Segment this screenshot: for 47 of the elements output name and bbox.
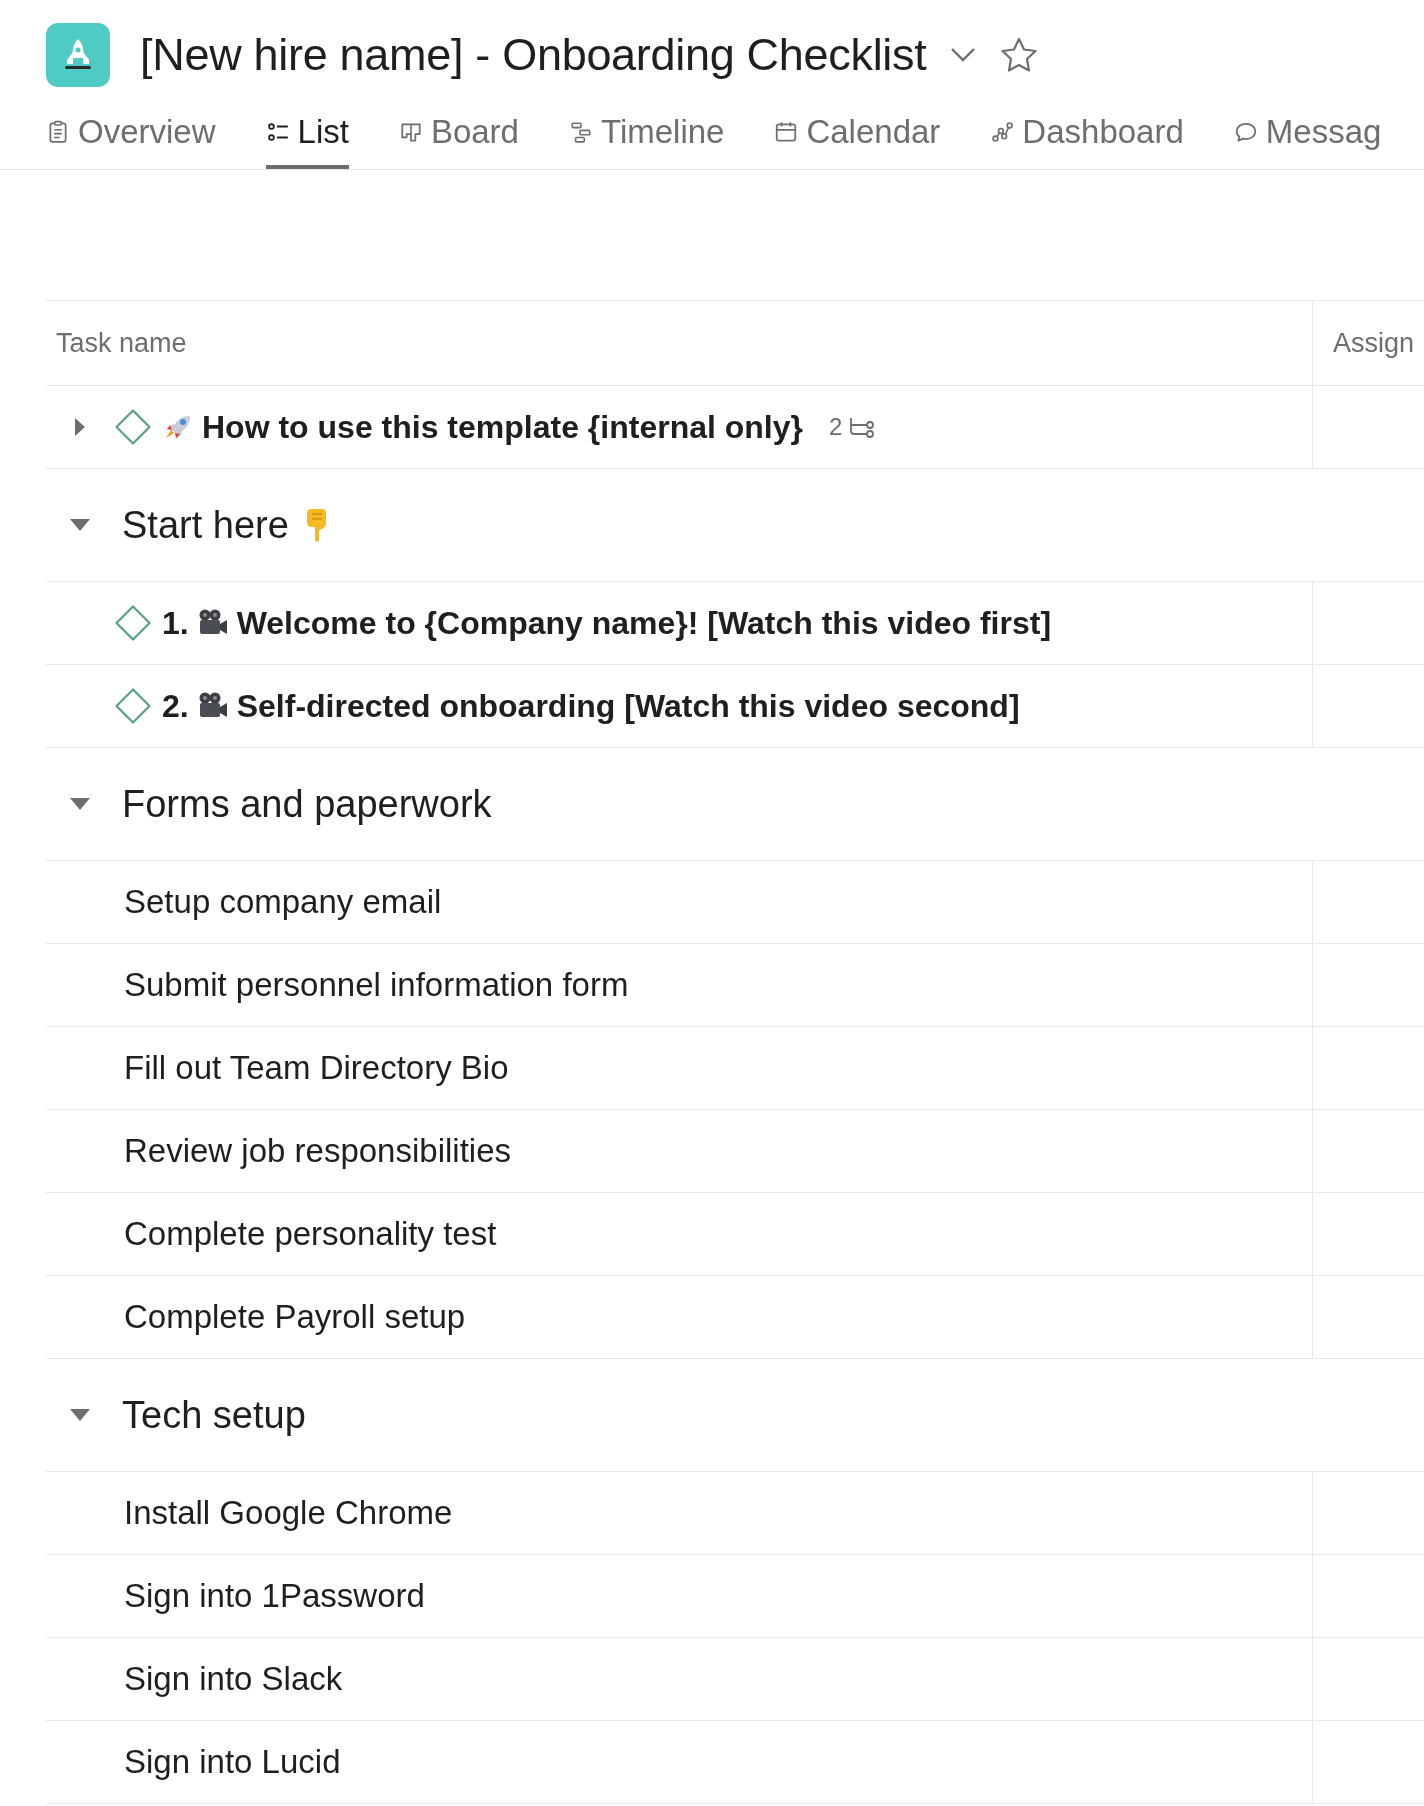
task-name[interactable]: Install Google Chrome xyxy=(124,1494,453,1532)
graph-icon xyxy=(990,120,1015,144)
calendar-icon xyxy=(774,120,799,144)
task-name[interactable]: Complete personality test xyxy=(124,1215,497,1253)
tab[interactable]: Dashboard xyxy=(990,105,1184,169)
task-name[interactable]: Review job responsibilities xyxy=(124,1132,511,1170)
task-name[interactable]: How to use this template {internal only} xyxy=(202,408,803,446)
column-header: Task name xyxy=(55,327,187,359)
tab[interactable]: Timeline xyxy=(568,105,725,169)
subtask-icon[interactable] xyxy=(848,415,877,439)
complete-check-icon[interactable] xyxy=(114,604,152,642)
section-title: Forms and paperwork xyxy=(122,782,492,826)
tab[interactable]: List xyxy=(265,105,349,169)
complete-check-icon[interactable] xyxy=(114,408,152,446)
timeline-icon xyxy=(568,120,593,144)
speech-bubble-icon xyxy=(1233,120,1258,144)
clipboard-icon xyxy=(46,120,70,144)
column-header: Assign xyxy=(1332,327,1416,359)
task-name[interactable]: Setup company email xyxy=(124,883,442,921)
task-name[interactable]: Submit personnel information form xyxy=(124,966,629,1004)
task-name[interactable]: Sign into Slack xyxy=(124,1660,343,1698)
tab[interactable]: Overview xyxy=(46,105,216,169)
complete-check-icon[interactable] xyxy=(114,687,152,725)
star-icon[interactable] xyxy=(1000,37,1039,73)
board-icon xyxy=(398,120,423,144)
caret-down-icon[interactable] xyxy=(69,518,91,532)
caret-down-icon[interactable] xyxy=(69,797,91,811)
tab[interactable]: Calendar xyxy=(774,105,941,169)
tab[interactable]: Board xyxy=(398,105,519,169)
task-name[interactable]: Sign into 1Password xyxy=(124,1577,425,1615)
caret-down-icon[interactable] xyxy=(69,1408,91,1422)
task-name[interactable]: Welcome to {Company name}! [Watch this video first] xyxy=(236,604,1052,642)
task-number: 1. xyxy=(162,604,189,642)
project-title: [New hire name] - Onboarding Checklist xyxy=(140,29,927,81)
task-number: 2. xyxy=(162,687,189,725)
task-name[interactable]: Fill out Team Directory Bio xyxy=(124,1049,509,1087)
subtask-count: 2 xyxy=(829,413,843,441)
section-title: Tech setup xyxy=(122,1393,306,1437)
caret-right-icon[interactable] xyxy=(74,417,86,437)
list-icon xyxy=(265,120,290,144)
task-name[interactable]: Complete Payroll setup xyxy=(124,1298,466,1336)
chevron-down-icon[interactable] xyxy=(950,47,977,63)
tab[interactable]: Messag xyxy=(1233,105,1382,169)
project-logo-icon xyxy=(46,23,110,87)
section-title: Start here xyxy=(122,503,289,547)
task-name[interactable]: Self-directed onboarding [Watch this video second] xyxy=(236,687,1020,725)
task-name[interactable]: Sign into Lucid xyxy=(124,1743,341,1781)
